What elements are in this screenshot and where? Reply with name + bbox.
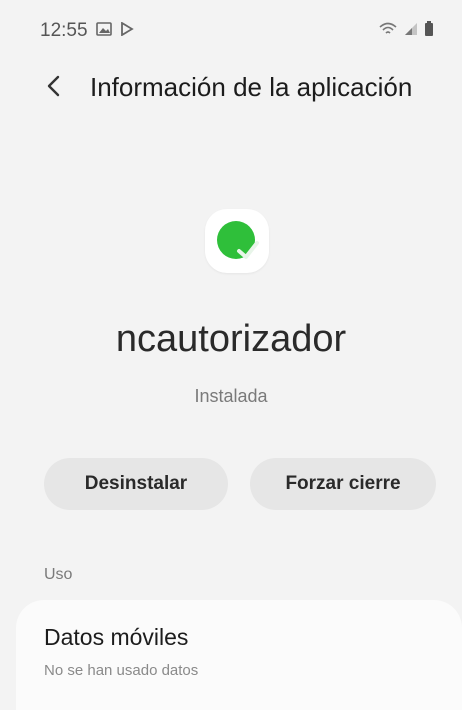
back-button[interactable] [38, 72, 68, 104]
green-check-icon [205, 221, 269, 277]
gallery-icon [96, 22, 112, 41]
status-icons-left [96, 21, 134, 41]
app-install-status: Instalada [194, 386, 268, 406]
signal-icon [404, 22, 418, 41]
back-arrow-icon [45, 74, 61, 103]
uninstall-button[interactable]: Desinstalar [44, 458, 228, 510]
page-title: Información de la aplicación [90, 72, 413, 102]
status-bar: 12:55 [0, 0, 462, 60]
battery-icon [424, 21, 434, 42]
mobile-data-item[interactable]: Datos móviles No se han usado datos [16, 600, 462, 710]
app-bar: Información de la aplicación [0, 62, 462, 112]
mobile-data-subtitle: No se han usado datos [44, 662, 199, 679]
app-icon [205, 209, 269, 273]
app-name: ncautorizador [115, 318, 347, 360]
wifi-icon [378, 21, 398, 42]
play-store-icon [120, 21, 134, 41]
status-time: 12:55 [40, 20, 88, 41]
force-stop-button[interactable]: Forzar cierre [250, 458, 436, 510]
mobile-data-title: Datos móviles [44, 624, 189, 650]
usage-section-label: Uso [44, 566, 73, 583]
status-icons-right [378, 21, 434, 42]
